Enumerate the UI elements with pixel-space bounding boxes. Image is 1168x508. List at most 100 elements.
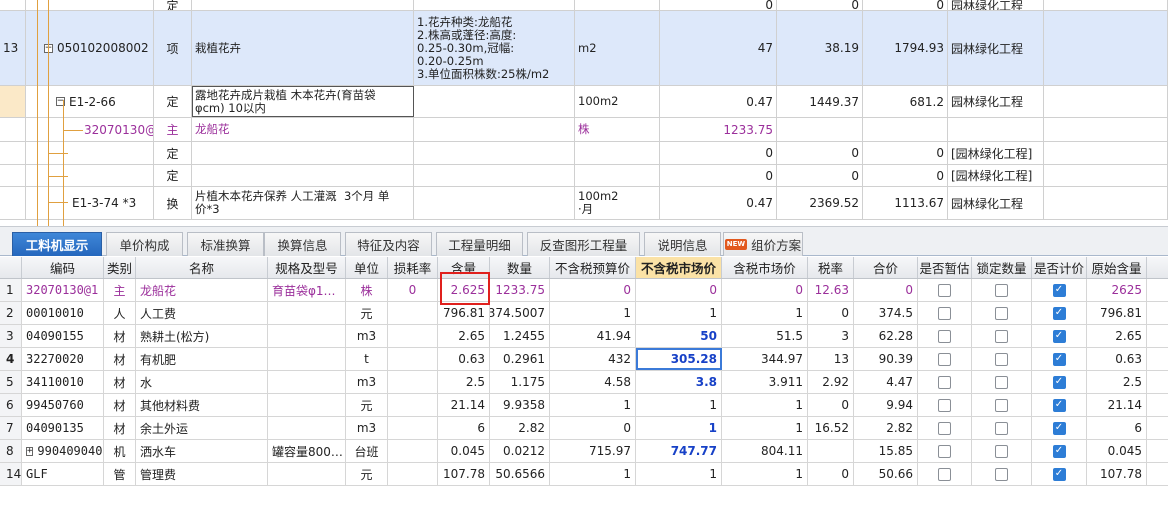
resource-cell-tax_market[interactable]: 3.911 — [722, 371, 808, 393]
resource-cell-tentative[interactable] — [918, 417, 972, 439]
resource-cell-spec[interactable] — [268, 417, 346, 439]
resource-cell-unit[interactable]: 元 — [346, 394, 388, 416]
resource-cell-cat[interactable]: 材 — [104, 348, 136, 370]
resource-cell-unit[interactable]: 台班 — [346, 440, 388, 462]
resource-cell-market[interactable]: 305.28 — [636, 348, 722, 370]
resource-cell-spec[interactable] — [268, 348, 346, 370]
budget-row[interactable]: 32070130@1 主 龙船花 株 1233.75 — [0, 118, 1168, 142]
tab-5[interactable]: 工程量明细 — [436, 232, 523, 256]
header-15[interactable]: 锁定数量 — [972, 257, 1032, 278]
resource-cell-orig[interactable]: 6 — [1087, 417, 1147, 439]
checkbox-checked-icon[interactable]: ✓ — [1052, 444, 1066, 458]
resource-cell-idx[interactable]: 6 — [0, 394, 22, 416]
tab-3[interactable]: 换算信息 — [264, 232, 341, 256]
resource-cell-priced[interactable]: ✓ — [1032, 417, 1087, 439]
budget-cell-name[interactable]: 片植木本花卉保养 人工灌溉 3个月 单 价*3 — [192, 187, 414, 219]
resource-cell-name[interactable]: 其他材料费 — [136, 394, 268, 416]
resource-cell-locked[interactable] — [972, 348, 1032, 370]
resource-cell-content[interactable]: 6 — [438, 417, 490, 439]
resource-cell-qty[interactable]: 1233.75 — [490, 279, 550, 301]
resource-cell-rate[interactable]: 2.92 — [808, 371, 854, 393]
header-8[interactable]: 数量 — [490, 257, 550, 278]
resource-cell-code[interactable]: 00010010 — [22, 302, 104, 324]
resource-cell-qty[interactable]: 1.175 — [490, 371, 550, 393]
resource-cell-total[interactable]: 50.66 — [854, 463, 918, 485]
checkbox-checked-icon[interactable]: ✓ — [1052, 329, 1066, 343]
resource-cell-market[interactable]: 3.8 — [636, 371, 722, 393]
resource-cell-name[interactable]: 余土外运 — [136, 417, 268, 439]
resource-cell-orig[interactable]: 21.14 — [1087, 394, 1147, 416]
resource-cell-tentative[interactable] — [918, 279, 972, 301]
resource-cell-total[interactable]: 2.82 — [854, 417, 918, 439]
resource-cell-rate[interactable]: 0 — [808, 463, 854, 485]
resource-cell-qty[interactable]: 0.0212 — [490, 440, 550, 462]
resource-cell-content[interactable]: 0.63 — [438, 348, 490, 370]
resource-cell-code[interactable]: 99450760 — [22, 394, 104, 416]
resource-row[interactable]: 4 32270020 材有机肥 t 0.63 0.2961 432 305.28 344.97 1… — [0, 348, 1168, 371]
resource-cell-idx[interactable]: 3 — [0, 325, 22, 347]
resource-cell-code[interactable]: +990409040 — [22, 440, 104, 462]
resource-cell-locked[interactable] — [972, 440, 1032, 462]
resource-cell-budget[interactable]: 41.94 — [550, 325, 636, 347]
tab-2[interactable]: 标准换算 — [187, 232, 264, 256]
resource-cell-cat[interactable]: 材 — [104, 325, 136, 347]
resource-cell-name[interactable]: 人工费 — [136, 302, 268, 324]
resource-row[interactable]: 7 04090135 材余土外运 m3 6 2.82 0 1 1 16.52 2.82 ✓ 6 — [0, 417, 1168, 440]
resource-cell-name[interactable]: 有机肥 — [136, 348, 268, 370]
resource-cell-orig[interactable]: 2625 — [1087, 279, 1147, 301]
resource-cell-tentative[interactable] — [918, 394, 972, 416]
resource-cell-content[interactable]: 2.5 — [438, 371, 490, 393]
header-11[interactable]: 含税市场价 — [722, 257, 808, 278]
checkbox-icon[interactable] — [995, 283, 1008, 297]
resource-cell-spec[interactable] — [268, 371, 346, 393]
resource-cell-loss[interactable] — [388, 440, 438, 462]
checkbox-icon[interactable] — [938, 329, 951, 343]
resource-cell-total[interactable]: 62.28 — [854, 325, 918, 347]
resource-cell-orig[interactable]: 2.5 — [1087, 371, 1147, 393]
resource-cell-orig[interactable]: 0.045 — [1087, 440, 1147, 462]
resource-cell-orig[interactable]: 0.63 — [1087, 348, 1147, 370]
checkbox-icon[interactable] — [995, 375, 1008, 389]
resource-cell-spec[interactable] — [268, 302, 346, 324]
resource-cell-tax_market[interactable]: 1 — [722, 302, 808, 324]
resource-cell-priced[interactable]: ✓ — [1032, 325, 1087, 347]
resource-row[interactable]: 6 99450760 材其他材料费 元 21.14 9.9358 1 1 1 0 9.94 ✓ 21.1… — [0, 394, 1168, 417]
tab-1[interactable]: 单价构成 — [106, 232, 183, 256]
resource-cell-tax_market[interactable]: 0 — [722, 279, 808, 301]
resource-cell-qty[interactable]: 50.6566 — [490, 463, 550, 485]
resource-cell-unit[interactable]: t — [346, 348, 388, 370]
resource-cell-tentative[interactable] — [918, 302, 972, 324]
resource-cell-loss[interactable] — [388, 302, 438, 324]
header-2[interactable]: 类别 — [104, 257, 136, 278]
resource-cell-budget[interactable]: 715.97 — [550, 440, 636, 462]
checkbox-checked-icon[interactable]: ✓ — [1052, 398, 1066, 412]
header-3[interactable]: 名称 — [136, 257, 268, 278]
resource-cell-tentative[interactable] — [918, 348, 972, 370]
resource-cell-unit[interactable]: m3 — [346, 417, 388, 439]
budget-row[interactable]: 定 0 0 0 [园林绿化工程] — [0, 165, 1168, 187]
header-6[interactable]: 损耗率 — [388, 257, 438, 278]
resource-cell-budget[interactable]: 4.58 — [550, 371, 636, 393]
budget-cell-name[interactable] — [192, 142, 414, 164]
resource-cell-rate[interactable]: 3 — [808, 325, 854, 347]
resource-cell-loss[interactable] — [388, 417, 438, 439]
budget-cell-qty[interactable]: 0.47 — [660, 187, 777, 219]
resource-cell-tax_market[interactable]: 1 — [722, 463, 808, 485]
resource-cell-tentative[interactable] — [918, 463, 972, 485]
resource-cell-tax_market[interactable]: 804.11 — [722, 440, 808, 462]
expand-icon[interactable]: + — [26, 446, 34, 456]
resource-cell-cat[interactable]: 人 — [104, 302, 136, 324]
resource-cell-total[interactable]: 15.85 — [854, 440, 918, 462]
resource-cell-qty[interactable]: 2.82 — [490, 417, 550, 439]
resource-cell-tentative[interactable] — [918, 371, 972, 393]
resource-cell-total[interactable]: 0 — [854, 279, 918, 301]
resource-cell-cat[interactable]: 材 — [104, 394, 136, 416]
resource-cell-unit[interactable]: m3 — [346, 371, 388, 393]
resource-cell-tax_market[interactable]: 1 — [722, 394, 808, 416]
budget-cell-qty[interactable]: 0 — [660, 0, 777, 10]
resource-cell-market[interactable]: 747.77 — [636, 440, 722, 462]
resource-cell-cat[interactable]: 机 — [104, 440, 136, 462]
resource-cell-content[interactable]: 796.81 — [438, 302, 490, 324]
resource-cell-locked[interactable] — [972, 394, 1032, 416]
checkbox-checked-icon[interactable]: ✓ — [1052, 283, 1066, 297]
